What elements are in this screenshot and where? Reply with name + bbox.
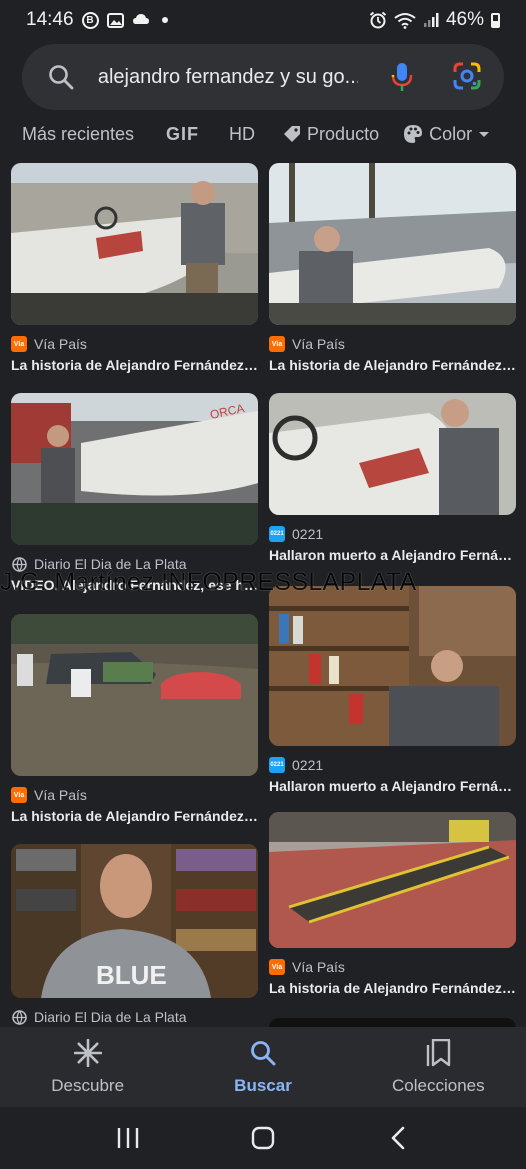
result-image[interactable] <box>269 393 516 515</box>
search-icon <box>250 1038 276 1068</box>
image-result-card[interactable]: Vía Vía País La historia de Alejandro Fe… <box>11 614 258 824</box>
nav-collections-label: Colecciones <box>392 1076 485 1095</box>
result-image[interactable] <box>269 812 516 948</box>
image-result-card[interactable]: BLUE Diario El Dia de La Plata <box>11 844 258 1026</box>
result-title[interactable]: Hallaron muerto a Alejandro Fernán... <box>269 547 516 563</box>
via-pais-favicon-icon: Vía <box>269 336 285 352</box>
result-image[interactable] <box>269 586 516 746</box>
asterisk-icon <box>73 1038 102 1068</box>
recent-apps-icon[interactable] <box>108 1118 148 1158</box>
nav-discover-label: Descubre <box>51 1076 125 1095</box>
result-source: Vía País <box>292 336 345 352</box>
via-pais-favicon-icon: Vía <box>11 336 27 352</box>
image-result-card[interactable]: Vía Vía País La historia de Alejandro Fe… <box>11 163 258 373</box>
image-result-card[interactable]: Vía Vía País La historia de Alejandro Fe… <box>269 163 516 373</box>
via-pais-favicon-icon: Vía <box>269 959 285 975</box>
result-source: 0221 <box>292 757 324 773</box>
result-image[interactable] <box>269 163 516 325</box>
result-title[interactable]: La historia de Alejandro Fernández,... <box>11 808 258 824</box>
result-source: Diario El Dia de La Plata <box>34 1009 187 1025</box>
image-result-card[interactable]: 0221 0221 Hallaron muerto a Alejandro Fe… <box>269 393 516 563</box>
result-image[interactable]: BLUE <box>11 844 258 998</box>
image-result-card[interactable]: 0221 0221 Hallaron muerto a Alejandro Fe… <box>269 586 516 794</box>
result-title[interactable]: La historia de Alejandro Fernández,... <box>269 980 516 996</box>
nav-search-label: Buscar <box>234 1076 292 1095</box>
watermark-text: J.G. Martínez INFOPRESSLAPLATA <box>0 568 417 596</box>
via-pais-favicon-icon: Vía <box>11 787 27 803</box>
back-icon[interactable] <box>378 1118 418 1158</box>
nav-discover[interactable]: Descubre <box>0 1027 175 1107</box>
bottom-navigation: Descubre Buscar Colecciones <box>0 1027 526 1107</box>
nav-search[interactable]: Buscar <box>175 1027 350 1107</box>
result-source: Vía País <box>34 787 87 803</box>
result-source: Vía País <box>292 959 345 975</box>
home-icon[interactable] <box>243 1118 283 1158</box>
0221-favicon-icon: 0221 <box>269 757 285 773</box>
system-navigation-bar <box>0 1107 526 1169</box>
image-result-card[interactable]: Vía Vía País La historia de Alejandro Fe… <box>269 812 516 996</box>
result-title[interactable]: La historia de Alejandro Fernández,... <box>11 357 258 373</box>
shirt-print-label: BLUE <box>96 960 167 990</box>
result-image[interactable] <box>11 163 258 325</box>
image-result-card[interactable]: ORCA Diario El Dia de La Plata VIDEO. Al… <box>11 393 258 593</box>
result-title[interactable]: La historia de Alejandro Fernández,... <box>269 357 516 373</box>
nav-collections[interactable]: Colecciones <box>351 1027 526 1107</box>
result-source: Vía País <box>34 336 87 352</box>
0221-favicon-icon: 0221 <box>269 526 285 542</box>
result-title[interactable]: Hallaron muerto a Alejandro Fernán... <box>269 778 516 794</box>
result-image[interactable]: ORCA <box>11 393 258 545</box>
globe-icon <box>11 1009 27 1025</box>
collections-icon <box>425 1038 451 1068</box>
result-source: 0221 <box>292 526 324 542</box>
result-image[interactable] <box>11 614 258 776</box>
